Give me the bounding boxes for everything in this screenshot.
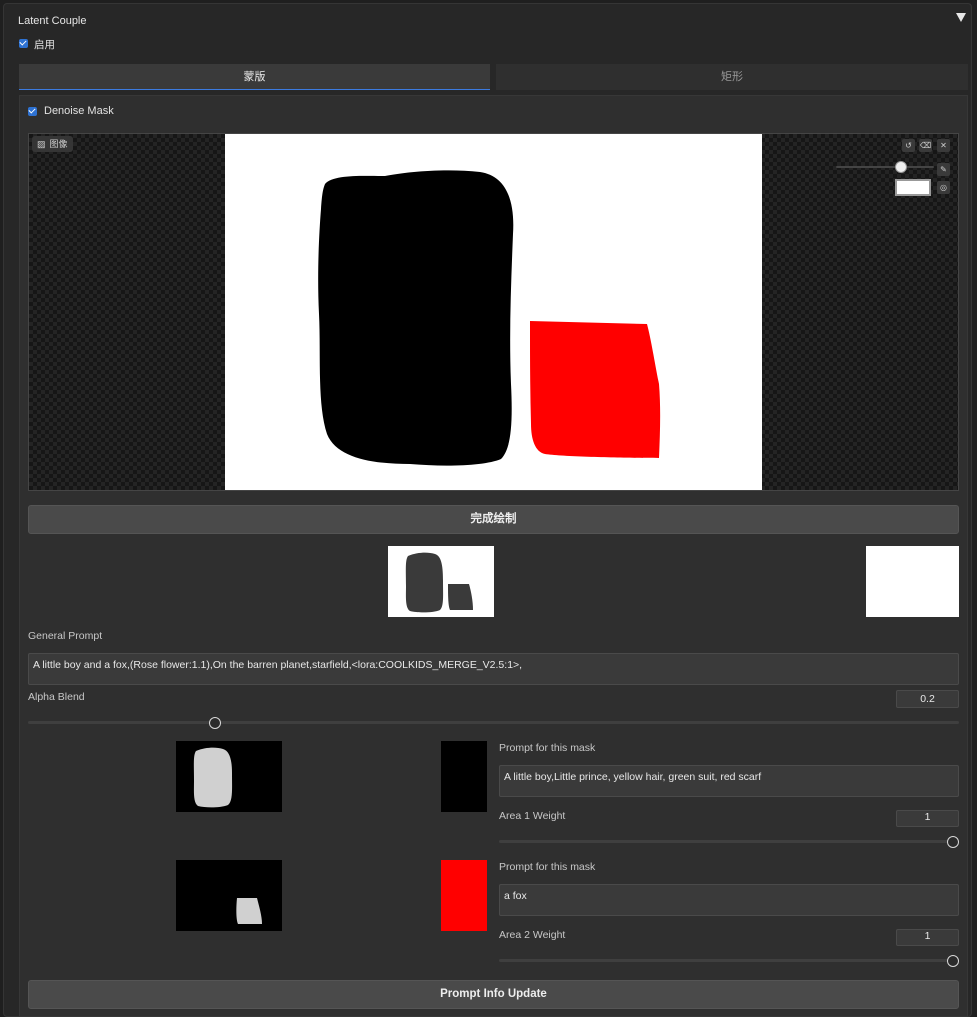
- brush-size-track[interactable]: [836, 166, 934, 168]
- general-prompt-input[interactable]: A little boy and a fox,(Rose flower:1.1)…: [28, 653, 959, 685]
- alpha-blend-label: Alpha Blend: [28, 691, 85, 703]
- area1-weight-number[interactable]: 1: [896, 810, 959, 827]
- mask-preview-thumbnail: [388, 546, 494, 617]
- area2-mask-thumbnail: [176, 860, 282, 931]
- tab-rectangle[interactable]: 矩形: [496, 64, 968, 90]
- brush-icon[interactable]: ✎: [937, 163, 950, 176]
- area2-weight-number[interactable]: 1: [896, 929, 959, 946]
- finish-drawing-button[interactable]: 完成绘制: [28, 505, 959, 534]
- area1-weight-slider-track[interactable]: [499, 840, 959, 843]
- enable-label: 启用: [34, 39, 55, 51]
- mask-shape-red: [530, 321, 661, 458]
- area1-prompt-input[interactable]: A little boy,Little prince, yellow hair,…: [499, 765, 959, 797]
- mask-canvas-area[interactable]: ▨ 图像 ↺ ⌫ ✕ ✎ ◎: [28, 133, 959, 491]
- denoise-mask-checkbox[interactable]: [28, 107, 37, 116]
- tab-mask[interactable]: 蒙版: [19, 64, 490, 90]
- brush-color-swatch[interactable]: [895, 179, 931, 196]
- collapse-triangle-icon[interactable]: [956, 13, 966, 22]
- prompt-info-update-button[interactable]: Prompt Info Update: [28, 980, 959, 1009]
- mask-drawing-canvas[interactable]: [225, 134, 762, 490]
- area2-prompt-input[interactable]: a fox: [499, 884, 959, 916]
- area1-prompt-label: Prompt for this mask: [499, 742, 596, 754]
- area1-weight-label: Area 1 Weight: [499, 810, 566, 822]
- alpha-blend-slider-track[interactable]: [28, 721, 959, 724]
- enable-checkbox[interactable]: [19, 39, 28, 48]
- area1-mask-thumbnail: [176, 741, 282, 812]
- area2-prompt-label: Prompt for this mask: [499, 861, 596, 873]
- area1-weight-slider-thumb[interactable]: [947, 836, 959, 848]
- undo-icon[interactable]: ↺: [902, 139, 915, 152]
- alpha-blend-number[interactable]: 0.2: [896, 690, 959, 708]
- brush-size-thumb[interactable]: [895, 161, 907, 173]
- result-preview-thumbnail: [866, 546, 959, 617]
- section-title: Latent Couple: [18, 15, 87, 27]
- area2-weight-label: Area 2 Weight: [499, 929, 566, 941]
- image-icon: ▨: [37, 139, 46, 149]
- area1-color-swatch: [441, 741, 487, 812]
- clear-icon[interactable]: ⌫: [919, 139, 932, 152]
- denoise-mask-label: Denoise Mask: [44, 105, 114, 117]
- general-prompt-label: General Prompt: [28, 630, 103, 642]
- close-icon[interactable]: ✕: [937, 139, 950, 152]
- image-label-badge: ▨ 图像: [32, 136, 73, 152]
- color-picker-icon[interactable]: ◎: [937, 181, 950, 194]
- area2-weight-slider-thumb[interactable]: [947, 955, 959, 967]
- mask-shape-black: [318, 170, 514, 466]
- area2-color-swatch: [441, 860, 487, 931]
- area2-weight-slider-track[interactable]: [499, 959, 959, 962]
